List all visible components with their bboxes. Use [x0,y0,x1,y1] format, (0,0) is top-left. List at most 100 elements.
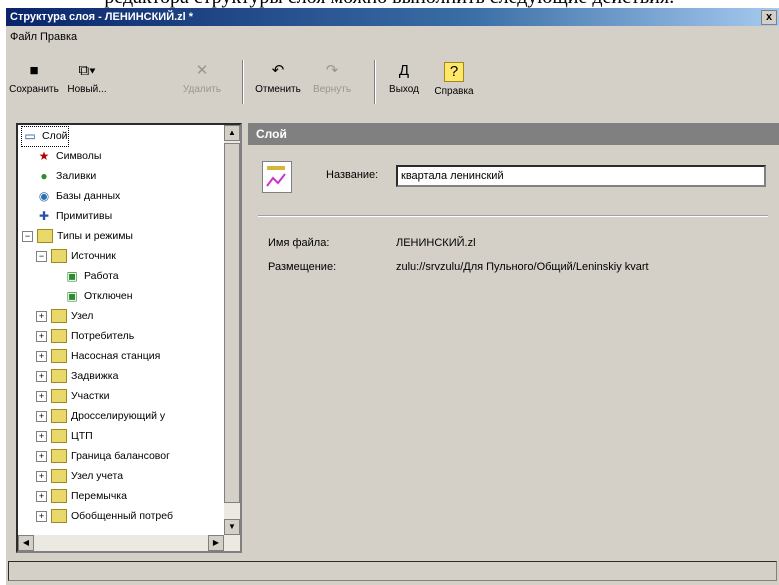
folder-icon [51,449,67,464]
expand-icon[interactable]: + [36,430,47,442]
panel-header: Слой [248,123,779,145]
delete-icon: ✕ [195,62,209,79]
tree-item[interactable]: + Дросселирующий у [36,407,165,426]
menu-file[interactable]: Файл [10,31,37,43]
expand-icon[interactable]: + [36,450,47,462]
tree-item[interactable]: ◉ Базы данных [36,187,121,206]
save-icon: ■ [29,62,39,79]
tree-item-label: Примитивы [56,210,113,222]
tree-item[interactable]: + Потребитель [36,327,134,346]
folder-icon [51,249,67,264]
tree-item-label: Узел учета [71,470,124,482]
help-label: Справка [434,86,474,97]
layer-tree[interactable]: ▭ Слой ★ Символы ● Заливки ◉ Базы данных ✚ Примит… [16,123,242,553]
tree-item[interactable]: ★ Символы [36,147,102,166]
tree-item-label: ЦТП [71,430,93,442]
undo-label: Отменить [255,84,301,95]
scroll-right-icon[interactable]: ▶ [208,535,224,551]
expand-icon[interactable]: + [36,470,47,482]
expand-icon[interactable]: + [36,310,47,322]
folder-icon [51,469,67,484]
folder-icon [51,489,67,504]
new-label: Новый... [67,84,107,95]
redo-icon: ↷ [325,62,339,79]
tree-item[interactable]: ● Заливки [36,167,96,186]
name-input[interactable]: квартала ленинский [396,165,766,187]
tree-item-label: Обобщенный потреб [71,510,174,522]
undo-button[interactable]: ↶ Отменить [250,56,306,110]
tree-item-label: Работа [84,270,119,282]
tree-item[interactable]: ▭ Слой [21,126,69,147]
layer-icon: ▭ [24,129,36,144]
toolbar-separator [242,60,244,104]
expand-icon[interactable]: + [36,410,47,422]
tree-item[interactable]: + Перемычка [36,487,127,506]
divider [258,215,768,217]
tree-horizontal-scrollbar[interactable]: ◀ ▶ [18,535,240,551]
delete-button[interactable]: ✕ Удалить [178,56,226,110]
tree-vertical-scrollbar[interactable]: ▲ ▼ [224,125,240,535]
tree-item[interactable]: + Задвижка [36,367,118,386]
expand-icon[interactable]: + [36,490,47,502]
window-title: Структура слоя - ЛЕНИНСКИЙ.zl * [10,11,194,23]
file-value: ЛЕНИНСКИЙ.zl [396,237,476,249]
expand-icon[interactable]: + [36,510,47,522]
tree-item-label: Слой [42,130,68,142]
name-label: Название: [326,169,379,181]
tree-item[interactable]: − Источник [36,247,116,266]
folder-icon [51,329,67,344]
tree-item[interactable]: − Типы и режимы [22,227,133,246]
save-label: Сохранить [9,84,59,95]
folder-icon [51,369,67,384]
layer-chart-icon [262,161,292,193]
tree-item-label: Символы [56,150,102,162]
expand-icon[interactable]: + [36,390,47,402]
expand-icon[interactable]: + [36,330,47,342]
tree-item[interactable]: + Граница балансовог [36,447,170,466]
tree-rows: ▭ Слой ★ Символы ● Заливки ◉ Базы данных ✚ Примит… [18,125,226,535]
tree-item[interactable]: + Участки [36,387,110,406]
tree-item[interactable]: ✚ Примитивы [36,207,112,226]
scroll-up-icon[interactable]: ▲ [224,125,240,141]
tree-item[interactable]: + Узел учета [36,467,123,486]
tree-item-label: Типы и режимы [57,230,133,242]
close-icon[interactable]: x [761,10,777,25]
tree-item-label: Отключен [84,290,133,302]
expand-icon[interactable]: + [36,350,47,362]
scroll-down-icon[interactable]: ▼ [224,519,240,535]
new-icon: ⧉▾ [78,62,96,79]
help-icon: ? [444,62,464,82]
collapse-icon[interactable]: − [36,250,47,262]
file-label: Имя файла: [268,237,330,249]
scroll-left-icon[interactable]: ◀ [18,535,34,551]
delete-label: Удалить [182,84,222,95]
tree-item-label: Потребитель [71,330,135,342]
folder-icon [51,409,67,424]
tree-item-label: Базы данных [56,190,121,202]
collapse-icon[interactable]: − [22,230,33,242]
tree-item[interactable]: + Обобщенный потреб [36,507,173,526]
document-caption: редактора структуры слоя можно выполнить… [0,0,779,8]
tree-item[interactable]: + Узел [36,307,93,326]
exit-label: Выход [389,84,419,95]
star-icon: ★ [38,149,50,164]
save-button[interactable]: ■ Сохранить [8,56,60,110]
folder-icon [37,229,53,244]
tree-item-label: Насосная станция [71,350,161,362]
location-value: zulu://srvzulu/Для Пульного/Общий/Lenins… [396,261,649,273]
undo-icon: ↶ [271,62,285,79]
menu-edit[interactable]: Правка [40,31,77,43]
tree-item-label: Граница балансовог [71,450,170,462]
tree-item[interactable]: ▣ Отключен [64,287,133,306]
layer-structure-window: Структура слоя - ЛЕНИНСКИЙ.zl * x Файл П… [6,8,779,585]
exit-button[interactable]: Д Выход [384,56,424,110]
tree-item[interactable]: + ЦТП [36,427,93,446]
new-button[interactable]: ⧉▾ Новый... [64,56,110,110]
help-button[interactable]: ? Справка [428,56,480,110]
redo-button[interactable]: ↷ Вернуть [308,56,356,110]
tree-item[interactable]: + Насосная станция [36,347,160,366]
tree-item[interactable]: ▣ Работа [64,267,119,286]
folder-icon [51,309,67,324]
expand-icon[interactable]: + [36,370,47,382]
scroll-thumb[interactable] [224,143,240,503]
